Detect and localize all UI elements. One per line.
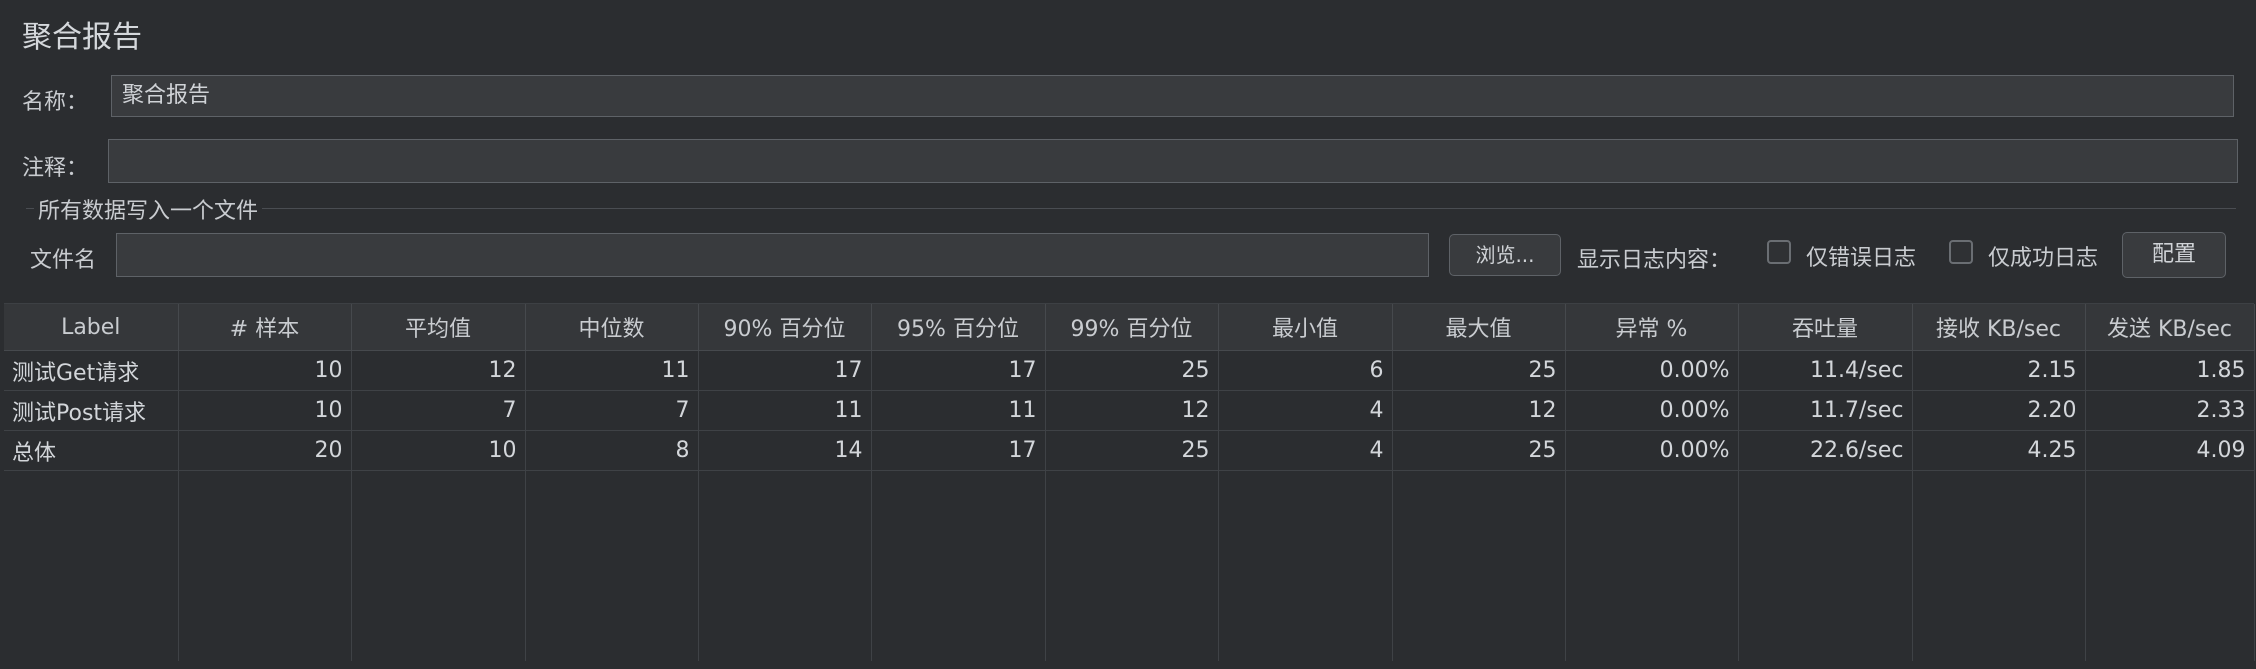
table-cell: 17: [698, 350, 872, 391]
filename-label: 文件名: [30, 248, 97, 273]
table-cell: 8: [525, 430, 699, 471]
table-cell: 11: [871, 390, 1046, 431]
errors-only-checkbox[interactable]: [1767, 240, 1791, 264]
table-row[interactable]: 测试Post请求 10 7 7 11 11 12 4 12 0.00% 11.7…: [4, 390, 2255, 431]
table-cell: 4.09: [2085, 430, 2255, 471]
column-header[interactable]: 吞吐量: [1738, 304, 1913, 351]
table-cell: 7: [525, 390, 699, 431]
table-cell: 11.7/sec: [1738, 390, 1913, 431]
aggregate-report-table: Label # 样本 平均值 中位数 90% 百分位 95% 百分位 99% 百…: [4, 303, 2255, 669]
column-header[interactable]: 平均值: [351, 304, 526, 351]
column-header[interactable]: 接收 KB/sec: [1912, 304, 2086, 351]
table-cell: 2.33: [2085, 390, 2255, 431]
column-header[interactable]: 发送 KB/sec: [2085, 304, 2255, 351]
table-cell: 0.00%: [1565, 350, 1739, 391]
column-header[interactable]: 99% 百分位: [1045, 304, 1219, 351]
column-header[interactable]: 中位数: [525, 304, 699, 351]
table-cell: 0.00%: [1565, 390, 1739, 431]
table-cell: 10: [178, 390, 352, 431]
log-content-label: 显示日志内容：: [1577, 248, 1732, 273]
table-cell: 测试Get请求: [4, 350, 179, 391]
column-header[interactable]: 最大值: [1392, 304, 1566, 351]
column-header[interactable]: # 样本: [178, 304, 352, 351]
comment-label: 注释：: [22, 156, 89, 181]
table-cell: 12: [1392, 390, 1566, 431]
table-cell: 2.15: [1912, 350, 2086, 391]
column-header[interactable]: 异常 %: [1565, 304, 1739, 351]
name-label: 名称：: [22, 90, 89, 115]
filename-field[interactable]: [116, 233, 1429, 277]
table-cell: 11: [525, 350, 699, 391]
table-empty-area: [4, 470, 2255, 661]
column-header[interactable]: 最小值: [1218, 304, 1393, 351]
table-cell: 20: [178, 430, 352, 471]
success-only-label: 仅成功日志: [1988, 246, 2099, 271]
success-only-checkbox[interactable]: [1949, 240, 1973, 264]
table-cell: 4.25: [1912, 430, 2086, 471]
table-cell: 12: [1045, 390, 1219, 431]
table-row[interactable]: 总体 20 10 8 14 17 25 4 25 0.00% 22.6/sec …: [4, 430, 2255, 471]
table-cell: 10: [178, 350, 352, 391]
table-cell: 7: [351, 390, 526, 431]
table-cell: 总体: [4, 430, 179, 471]
table-cell: 1.85: [2085, 350, 2255, 391]
browse-button[interactable]: 浏览...: [1449, 234, 1561, 276]
table-cell: 6: [1218, 350, 1393, 391]
table-cell: 25: [1045, 430, 1219, 471]
table-cell: 14: [698, 430, 872, 471]
comment-field[interactable]: [108, 139, 2238, 183]
section-title: 所有数据写入一个文件: [34, 193, 263, 225]
table-cell: 4: [1218, 390, 1393, 431]
table-cell: 0.00%: [1565, 430, 1739, 471]
table-cell: 25: [1392, 430, 1566, 471]
table-header-row: Label # 样本 平均值 中位数 90% 百分位 95% 百分位 99% 百…: [4, 304, 2255, 351]
column-header[interactable]: 90% 百分位: [698, 304, 872, 351]
table-cell: 4: [1218, 430, 1393, 471]
table-cell: 12: [351, 350, 526, 391]
errors-only-label: 仅错误日志: [1806, 246, 1917, 271]
table-cell: 25: [1392, 350, 1566, 391]
column-header[interactable]: 95% 百分位: [871, 304, 1046, 351]
table-cell: 17: [871, 430, 1046, 471]
name-field[interactable]: 聚合报告: [111, 75, 2234, 117]
section-divider: [26, 208, 2236, 209]
table-cell: 测试Post请求: [4, 390, 179, 431]
table-cell: 11.4/sec: [1738, 350, 1913, 391]
table-cell: 17: [871, 350, 1046, 391]
table-cell: 11: [698, 390, 872, 431]
table-cell: 22.6/sec: [1738, 430, 1913, 471]
column-header[interactable]: Label: [4, 304, 179, 351]
table-cell: 2.20: [1912, 390, 2086, 431]
table-row[interactable]: 测试Get请求 10 12 11 17 17 25 6 25 0.00% 11.…: [4, 350, 2255, 391]
table-cell: 25: [1045, 350, 1219, 391]
window-title: 聚合报告: [22, 20, 142, 55]
config-button[interactable]: 配置: [2122, 232, 2226, 278]
table-cell: 10: [351, 430, 526, 471]
